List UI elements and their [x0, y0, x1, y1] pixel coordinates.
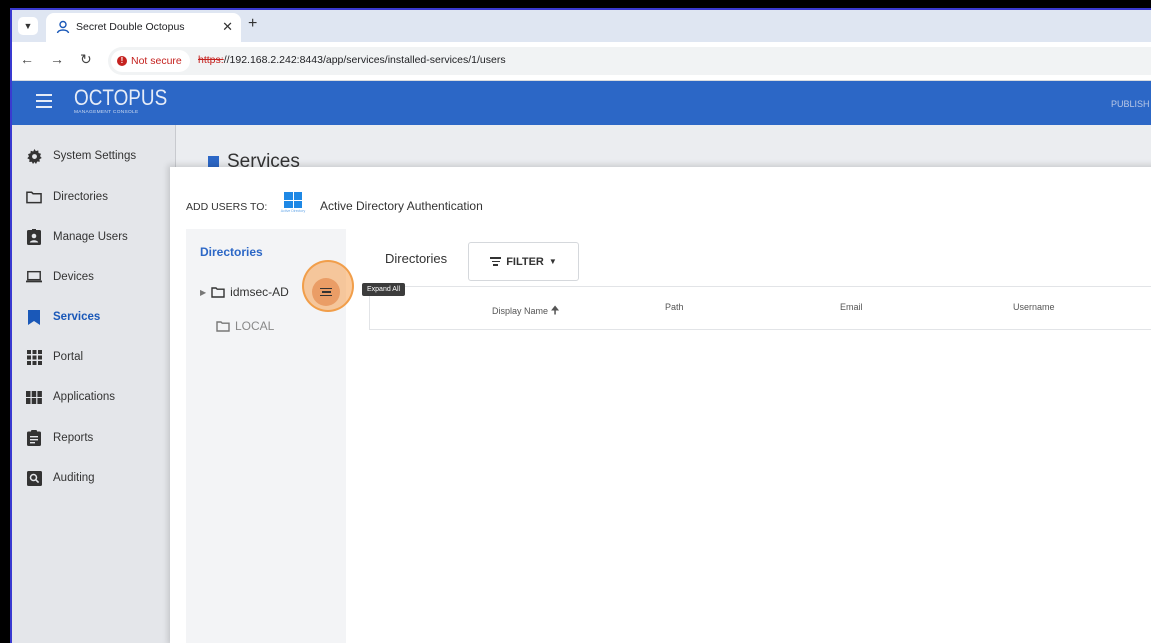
users-table-header: Display Name 🠉 Path Email Username — [369, 286, 1151, 330]
column-path[interactable]: Path — [665, 302, 684, 312]
tab-title: Secret Double Octopus — [76, 21, 185, 33]
browser-window: ▼ Secret Double Octopus ✕ + ← → ↻ ! Not … — [10, 8, 1151, 643]
app-header: OCTOPUS MANAGEMENT CONSOLE PUBLISH — [12, 81, 1151, 125]
security-chip-label: Not secure — [131, 55, 182, 67]
security-chip[interactable]: ! Not secure — [111, 50, 190, 72]
close-icon[interactable]: ✕ — [222, 19, 233, 35]
gear-icon — [26, 148, 42, 164]
tree-item-label: LOCAL — [235, 319, 275, 333]
sidebar-item-devices[interactable]: Devices — [26, 266, 94, 288]
tab-strip: ▼ Secret Double Octopus ✕ + — [12, 10, 1151, 42]
filter-icon — [490, 255, 502, 268]
url-path: //192.168.2.242:8443/app/services/instal… — [223, 54, 506, 66]
sidebar-item-manage-users[interactable]: Manage Users — [26, 226, 128, 248]
expand-all-icon — [320, 286, 332, 299]
sidebar: System Settings Directories Manage Users… — [12, 125, 176, 643]
apps-icon — [26, 389, 42, 405]
tree-item-idmsec-ad[interactable]: ▶ idmsec-AD — [200, 284, 289, 300]
clipboard-icon — [26, 430, 42, 446]
logo-main: OCTOPUS — [74, 85, 168, 110]
column-email[interactable]: Email — [840, 302, 863, 312]
folder-icon — [216, 320, 230, 332]
sidebar-item-label: Devices — [53, 271, 94, 283]
sidebar-item-services[interactable]: Services — [26, 306, 100, 328]
sidebar-item-label: Portal — [53, 351, 84, 363]
tab-directories[interactable]: Directories — [385, 251, 447, 266]
column-display-name[interactable]: Display Name 🠉 — [492, 302, 560, 321]
tab-search-dropdown[interactable]: ▼ — [18, 17, 38, 35]
sidebar-item-label: Reports — [53, 432, 94, 444]
warning-icon: ! — [117, 56, 127, 66]
service-logo-caption: Active Directory — [280, 209, 306, 213]
grid-icon — [26, 349, 42, 365]
sidebar-item-label: System Settings — [53, 150, 137, 162]
tree-title: Directories — [200, 245, 263, 259]
user-icon — [56, 20, 70, 34]
service-name: Active Directory Authentication — [320, 199, 483, 213]
add-users-dialog: ADD USERS TO: Active Directory Active Di… — [170, 167, 1151, 643]
laptop-icon — [26, 269, 42, 285]
sidebar-item-label: Services — [53, 311, 101, 323]
publish-button[interactable]: PUBLISH — [1111, 99, 1150, 109]
sort-arrow-up-icon: 🠉 — [550, 305, 560, 317]
user-badge-icon — [26, 229, 42, 245]
url-scheme: https: — [198, 54, 224, 66]
browser-tab[interactable]: Secret Double Octopus ✕ — [46, 13, 241, 42]
tree-item-local[interactable]: LOCAL — [216, 318, 274, 334]
sidebar-item-label: Directories — [53, 191, 108, 203]
expand-arrow-icon[interactable]: ▶ — [200, 288, 206, 297]
sidebar-item-label: Applications — [53, 391, 116, 403]
expand-all-button[interactable] — [312, 278, 340, 306]
forward-icon[interactable]: → — [50, 51, 64, 67]
search-box-icon — [26, 470, 42, 486]
sidebar-item-label: Manage Users — [53, 231, 128, 243]
column-username[interactable]: Username — [1013, 302, 1055, 312]
bookmark-icon — [26, 309, 42, 325]
add-users-label: ADD USERS TO: — [186, 201, 268, 213]
sidebar-item-auditing[interactable]: Auditing — [26, 467, 95, 489]
caret-down-icon: ▼ — [548, 257, 557, 266]
sidebar-item-portal[interactable]: Portal — [26, 346, 83, 368]
sidebar-item-label: Auditing — [53, 472, 95, 484]
new-tab-button[interactable]: + — [248, 15, 257, 33]
address-bar: ← → ↻ ! Not secure https://192.168.2.242… — [12, 42, 1151, 81]
menu-icon[interactable] — [36, 94, 52, 112]
back-icon[interactable]: ← — [20, 51, 34, 67]
octopus-logo: OCTOPUS MANAGEMENT CONSOLE — [74, 85, 182, 116]
url-text[interactable]: https://192.168.2.242:8443/app/services/… — [198, 54, 506, 66]
folder-icon — [211, 286, 225, 298]
sidebar-item-system-settings[interactable]: System Settings — [26, 145, 136, 167]
tree-item-label: idmsec-AD — [230, 285, 289, 299]
folder-icon — [26, 189, 42, 205]
tooltip: Expand All — [362, 283, 406, 296]
sidebar-item-reports[interactable]: Reports — [26, 427, 93, 449]
reload-icon[interactable]: ↻ — [80, 51, 92, 68]
filter-button[interactable]: FILTER ▼ — [468, 242, 579, 281]
logo-sub: MANAGEMENT CONSOLE — [74, 110, 139, 115]
omnibox[interactable]: ! Not secure https://192.168.2.242:8443/… — [108, 47, 1151, 75]
sidebar-item-directories[interactable]: Directories — [26, 186, 108, 208]
filter-label: FILTER — [506, 255, 544, 268]
windows-icon — [284, 192, 302, 208]
sidebar-item-applications[interactable]: Applications — [26, 386, 115, 408]
